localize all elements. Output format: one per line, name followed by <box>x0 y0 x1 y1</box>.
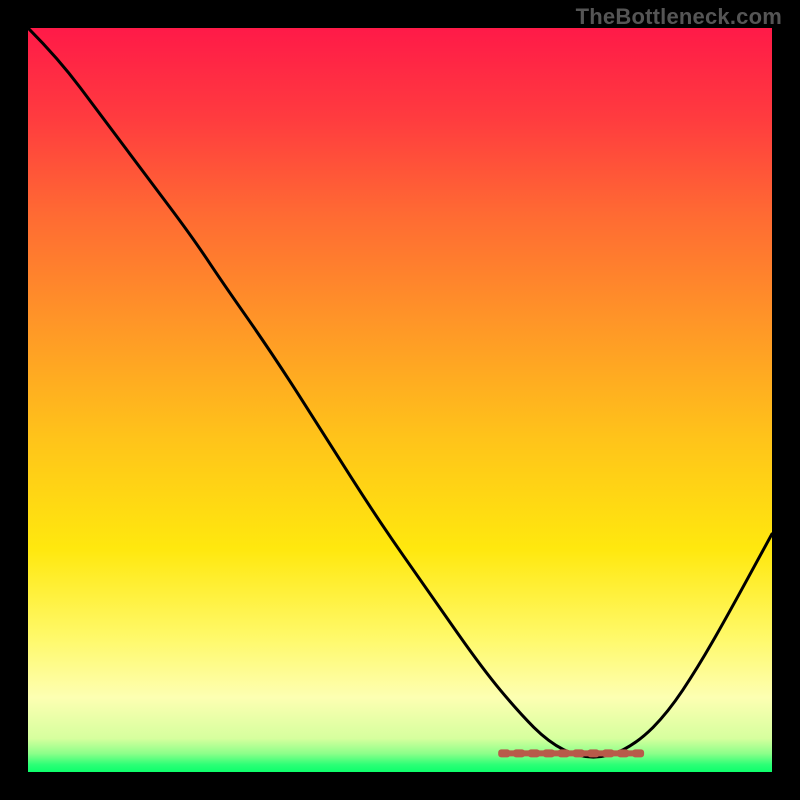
optimum-marker <box>498 749 644 757</box>
plot-area <box>28 28 772 772</box>
optimum-point <box>573 749 585 757</box>
optimum-point <box>513 749 525 757</box>
gradient-background <box>28 28 772 772</box>
optimum-point <box>617 749 629 757</box>
optimum-point <box>587 749 599 757</box>
chart-container: TheBottleneck.com <box>0 0 800 800</box>
chart-svg <box>28 28 772 772</box>
optimum-point <box>543 749 555 757</box>
optimum-point <box>498 749 510 757</box>
optimum-point <box>558 749 570 757</box>
optimum-point <box>528 749 540 757</box>
watermark-text: TheBottleneck.com <box>576 4 782 30</box>
optimum-point <box>632 749 644 757</box>
optimum-point <box>602 749 614 757</box>
